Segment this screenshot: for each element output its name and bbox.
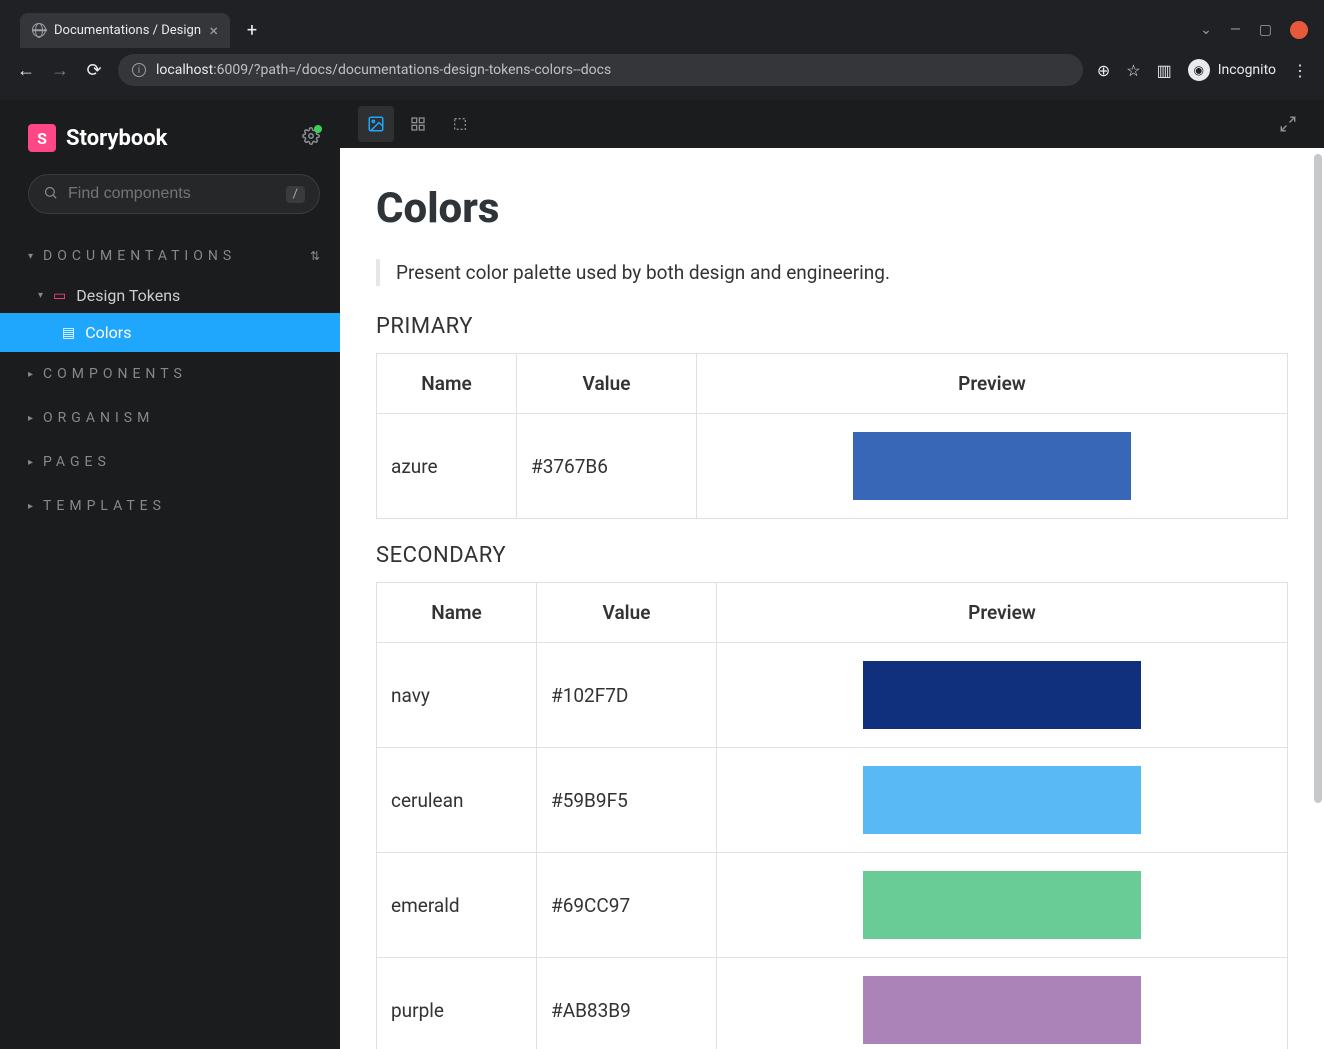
incognito-badge: ◉ Incognito	[1188, 59, 1276, 81]
color-value: #59B9F5	[537, 748, 717, 853]
tab-title: Documentations / Design	[54, 23, 201, 38]
chevron-right-icon: ▸	[28, 413, 33, 424]
color-preview	[717, 853, 1288, 958]
fullscreen-button[interactable]	[1270, 106, 1306, 142]
canvas-tab-button[interactable]	[358, 106, 394, 142]
bookmark-icon[interactable]: ☆	[1126, 61, 1140, 80]
swatch	[863, 766, 1141, 834]
folder-design-tokens[interactable]: ▾ ▭ Design Tokens	[0, 278, 340, 313]
section-pages[interactable]: ▸ PAGES	[0, 440, 340, 484]
sidebar-item-colors[interactable]: ▤ Colors	[0, 313, 340, 352]
back-button[interactable]: ←	[16, 60, 36, 81]
col-name: Name	[377, 583, 537, 643]
extensions-icon[interactable]: ▥	[1157, 61, 1172, 80]
forward-button[interactable]: →	[50, 60, 70, 81]
document-icon: ▤	[62, 325, 75, 341]
chevron-right-icon: ▸	[28, 369, 33, 380]
browser-chrome: Documentations / Design × + ⌄ — ▢ ← → ⟳ …	[0, 0, 1324, 100]
kebab-menu-icon[interactable]: ⋮	[1292, 61, 1308, 80]
reload-button[interactable]: ⟳	[84, 60, 104, 81]
chevron-down-icon[interactable]: ⌄	[1200, 22, 1212, 38]
url-text: localhost:6009/?path=/docs/documentation…	[156, 62, 611, 78]
content-area[interactable]: Colors Present color palette used by bot…	[340, 148, 1324, 1049]
tab-bar: Documentations / Design × + ⌄ — ▢	[0, 10, 1324, 50]
chevron-down-icon: ▾	[38, 290, 43, 301]
scrollbar[interactable]	[1314, 154, 1322, 803]
zoom-icon[interactable]: ⊕	[1097, 61, 1110, 80]
color-preview	[717, 958, 1288, 1049]
primary-heading: PRIMARY	[376, 314, 1288, 339]
col-preview: Preview	[697, 354, 1288, 414]
color-name: navy	[377, 643, 537, 748]
col-preview: Preview	[717, 583, 1288, 643]
grid-button[interactable]	[400, 106, 436, 142]
chevron-right-icon: ▸	[28, 457, 33, 468]
sidebar-header: S Storybook	[0, 100, 340, 170]
url-field[interactable]: i localhost:6009/?path=/docs/documentati…	[118, 54, 1083, 86]
section-components[interactable]: ▸ COMPONENTS	[0, 352, 340, 396]
color-name: cerulean	[377, 748, 537, 853]
site-info-icon[interactable]: i	[132, 63, 146, 77]
maximize-button[interactable]: ▢	[1259, 22, 1272, 38]
color-preview	[697, 414, 1288, 519]
secondary-heading: SECONDARY	[376, 543, 1288, 568]
table-row: emerald#69CC97	[377, 853, 1288, 958]
swatch	[863, 871, 1141, 939]
color-name: emerald	[377, 853, 537, 958]
app-root: S Storybook / ▾ DOCUMENTATIONS ⇅ ▾ ▭ Des…	[0, 100, 1324, 1049]
swatch	[863, 661, 1141, 729]
toolbar	[340, 100, 1324, 148]
table-row: cerulean#59B9F5	[377, 748, 1288, 853]
main-panel: Colors Present color palette used by bot…	[340, 100, 1324, 1049]
col-value: Value	[517, 354, 697, 414]
slash-shortcut: /	[286, 186, 305, 203]
color-value: #AB83B9	[537, 958, 717, 1049]
new-tab-button[interactable]: +	[238, 16, 266, 44]
globe-icon	[32, 23, 46, 37]
color-value: #69CC97	[537, 853, 717, 958]
col-value: Value	[537, 583, 717, 643]
color-name: purple	[377, 958, 537, 1049]
color-preview	[717, 643, 1288, 748]
chevron-right-icon: ▸	[28, 501, 33, 512]
color-preview	[717, 748, 1288, 853]
incognito-icon: ◉	[1188, 59, 1210, 81]
search-field[interactable]	[68, 185, 276, 203]
col-name: Name	[377, 354, 517, 414]
swatch	[863, 976, 1141, 1044]
outline-button[interactable]	[442, 106, 478, 142]
window-controls: ⌄ — ▢	[1200, 21, 1308, 39]
section-documentations[interactable]: ▾ DOCUMENTATIONS ⇅	[0, 234, 340, 278]
section-organism[interactable]: ▸ ORGANISM	[0, 396, 340, 440]
folder-icon: ▭	[53, 288, 66, 304]
sidebar: S Storybook / ▾ DOCUMENTATIONS ⇅ ▾ ▭ Des…	[0, 100, 340, 1049]
brand-title: Storybook	[66, 126, 167, 151]
primary-table: Name Value Preview azure#3767B6	[376, 353, 1288, 519]
secondary-table: Name Value Preview navy#102F7Dcerulean#5…	[376, 582, 1288, 1049]
color-value: #102F7D	[537, 643, 717, 748]
gear-icon[interactable]	[302, 127, 320, 149]
table-row: navy#102F7D	[377, 643, 1288, 748]
storybook-logo: S	[28, 124, 56, 152]
color-value: #3767B6	[517, 414, 697, 519]
page-title: Colors	[376, 184, 1288, 233]
browser-tab[interactable]: Documentations / Design ×	[20, 13, 230, 48]
search-icon	[43, 185, 58, 204]
close-icon[interactable]: ×	[209, 21, 218, 40]
url-right-controls: ⊕ ☆ ▥ ◉ Incognito ⋮	[1097, 59, 1308, 81]
chevron-down-icon: ▾	[28, 251, 33, 262]
minimize-button[interactable]: —	[1230, 22, 1241, 38]
url-bar: ← → ⟳ i localhost:6009/?path=/docs/docum…	[0, 50, 1324, 90]
sort-icon[interactable]: ⇅	[310, 249, 320, 263]
section-templates[interactable]: ▸ TEMPLATES	[0, 484, 340, 528]
table-row: purple#AB83B9	[377, 958, 1288, 1049]
notification-dot-icon	[314, 125, 322, 133]
color-name: azure	[377, 414, 517, 519]
page-description: Present color palette used by both desig…	[376, 259, 1288, 286]
table-row: azure#3767B6	[377, 414, 1288, 519]
window-close-button[interactable]	[1290, 21, 1308, 39]
search-input[interactable]: /	[28, 174, 320, 214]
swatch	[853, 432, 1131, 500]
